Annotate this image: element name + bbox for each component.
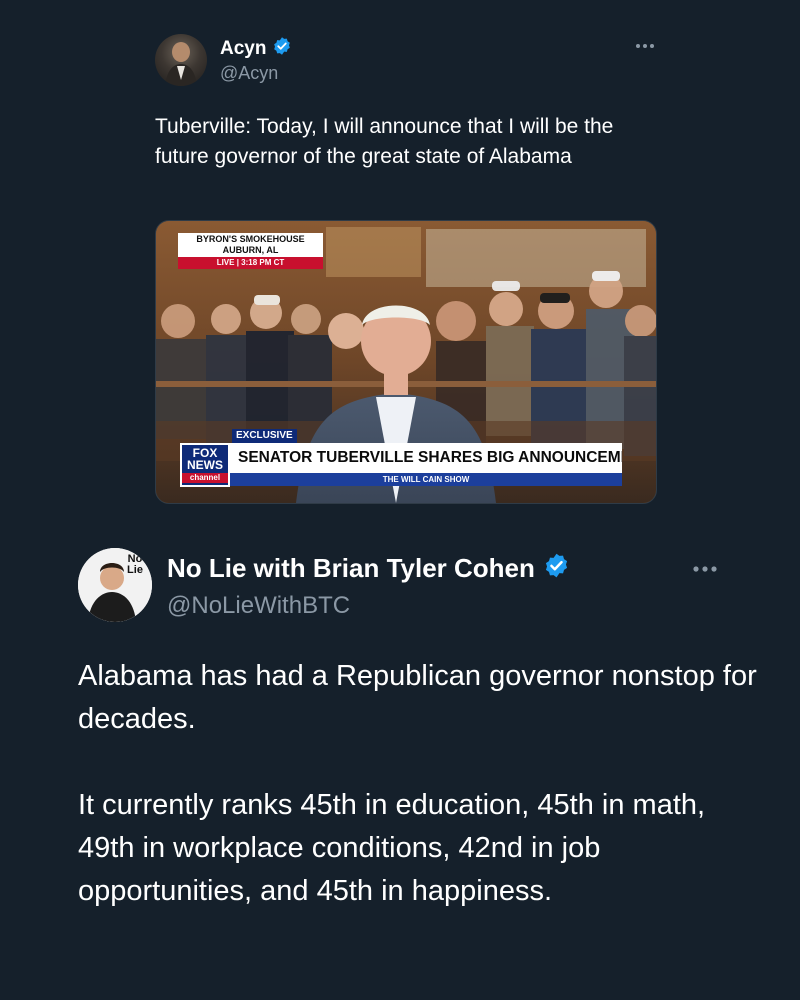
avatar-logo-line-2: Lie: [127, 564, 143, 576]
author-handle[interactable]: @NoLieWithBTC: [167, 592, 350, 620]
live-time: 3:18 PM CT: [241, 258, 285, 267]
more-horizontal-icon[interactable]: [635, 36, 655, 54]
fox-logo-line-3: channel: [182, 473, 228, 483]
fox-news-logo: FOX NEWS channel: [180, 443, 230, 487]
show-name-bar: THE WILL CAIN SHOW: [230, 473, 622, 486]
show-name: THE WILL CAIN SHOW: [382, 475, 470, 484]
verified-badge-icon: [272, 36, 292, 61]
location-line-2: AUBURN, AL: [222, 245, 279, 255]
verified-badge-icon: [543, 552, 570, 584]
quoted-author-handle[interactable]: @Acyn: [220, 63, 278, 84]
quoted-tweet-video[interactable]: BYRON'S SMOKEHOUSE AUBURN, AL LIVE | 3:1…: [155, 220, 657, 504]
fox-logo-line-2: NEWS: [187, 458, 223, 472]
avatar-logo: No Lie: [122, 554, 148, 576]
quoted-author-name[interactable]: Acyn: [220, 38, 266, 60]
tweet-text: Alabama has had a Republican governor no…: [78, 655, 758, 913]
author-name[interactable]: No Lie with Brian Tyler Cohen: [167, 553, 535, 584]
tweet-paragraph-1: Alabama has had a Republican governor no…: [78, 660, 757, 735]
location-bug: BYRON'S SMOKEHOUSE AUBURN, AL LIVE | 3:1…: [178, 233, 323, 269]
chyron-headline: SENATOR TUBERVILLE SHARES BIG ANNOUNCEME…: [230, 443, 622, 473]
quoted-author-avatar[interactable]: [155, 34, 207, 86]
author-avatar[interactable]: No Lie: [78, 548, 152, 622]
tweet-paragraph-2: It currently ranks 45th in education, 45…: [78, 789, 706, 907]
exclusive-label: EXCLUSIVE: [232, 429, 297, 443]
live-label: LIVE: [216, 258, 235, 267]
quoted-tweet-text: Tuberville: Today, I will announce that …: [155, 115, 614, 168]
location-line-1: BYRON'S SMOKEHOUSE: [196, 234, 305, 244]
more-horizontal-icon[interactable]: [692, 556, 718, 579]
